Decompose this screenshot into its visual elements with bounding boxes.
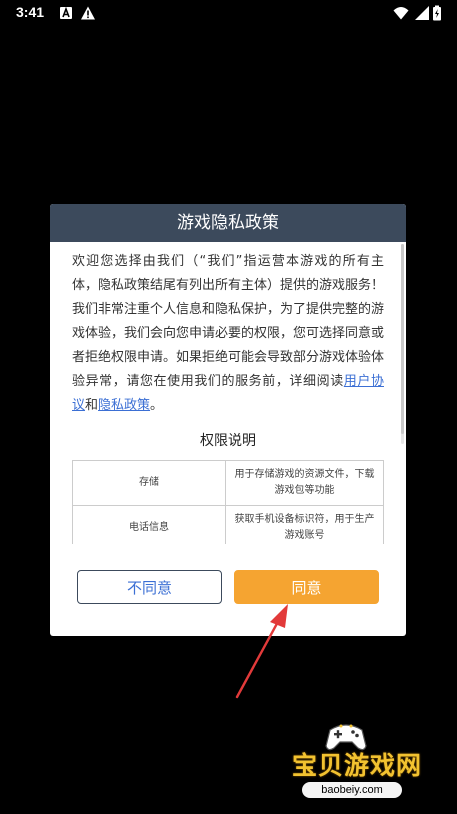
status-time: 3:41 <box>16 4 45 20</box>
dialog-scrollbar-thumb[interactable] <box>401 244 404 434</box>
status-bar: 3:41 <box>0 0 457 28</box>
watermark-url: baobeiy.com <box>302 782 402 798</box>
privacy-dialog: 游戏隐私政策 欢迎您选择由我们（“我们”指运营本游戏的所有主体，隐私政策结尾有列… <box>50 204 406 636</box>
battery-icon <box>433 5 441 21</box>
watermark: 宝贝游戏网 baobeiy.com <box>282 716 432 808</box>
permissions-title: 权限说明 <box>200 433 256 449</box>
intro-text-part1: 欢迎您选择由我们（“我们”指运营本游戏的所有主体，隐私政策结尾有列出所有主体）提… <box>72 254 384 389</box>
agree-button[interactable]: 同意 <box>234 570 379 604</box>
disagree-button[interactable]: 不同意 <box>77 570 222 604</box>
signal-icon <box>415 6 429 20</box>
permission-name: 存储 <box>72 460 226 506</box>
watermark-title: 宝贝游戏网 <box>291 751 422 780</box>
dialog-body[interactable]: 欢迎您选择由我们（“我们”指运营本游戏的所有主体，隐私政策结尾有列出所有主体）提… <box>72 250 384 544</box>
permission-desc: 用于存储游戏的资源文件，下载游戏包等功能 <box>225 460 384 506</box>
permissions-table: 存储 用于存储游戏的资源文件，下载游戏包等功能 电话信息 获取手机设备标识符，用… <box>72 460 384 544</box>
privacy-policy-link[interactable]: 隐私政策 <box>98 398 150 413</box>
warning-icon <box>81 6 95 20</box>
privacy-intro-text: 欢迎您选择由我们（“我们”指运营本游戏的所有主体，隐私政策结尾有列出所有主体）提… <box>72 250 384 418</box>
permission-name: 电话信息 <box>72 505 226 544</box>
intro-and-text: 和 <box>85 398 99 413</box>
table-row: 存储 用于存储游戏的资源文件，下载游戏包等功能 <box>72 460 384 506</box>
screen: 3:41 游戏隐私政策 欢迎您选择由我们（“我们”指运营本游戏的所有主体，隐私政… <box>0 0 457 814</box>
dialog-scrollbar[interactable] <box>401 244 404 444</box>
wifi-icon <box>393 7 409 20</box>
dialog-title: 游戏隐私政策 <box>50 204 406 242</box>
intro-end-text: 。 <box>150 398 164 413</box>
table-row: 电话信息 获取手机设备标识符，用于生产游戏账号 <box>72 505 384 544</box>
permission-desc: 获取手机设备标识符，用于生产游戏账号 <box>225 505 384 544</box>
notification-a-icon <box>60 6 72 19</box>
